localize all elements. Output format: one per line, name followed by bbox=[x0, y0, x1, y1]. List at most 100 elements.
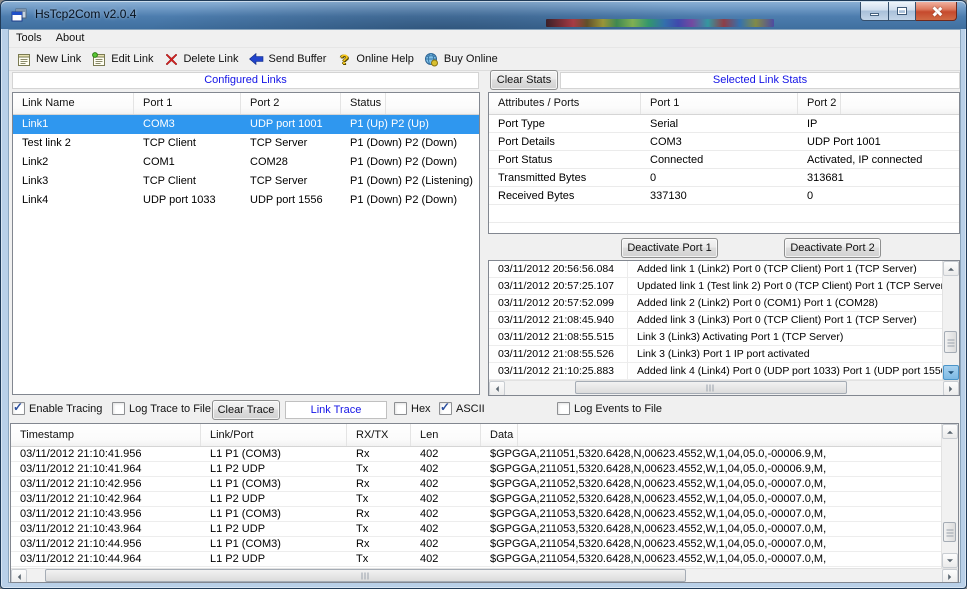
scroll-track[interactable] bbox=[505, 381, 943, 396]
table-row[interactable]: 03/11/2012 21:10:44.956L1 P1 (COM3)Rx402… bbox=[11, 537, 941, 552]
column-header[interactable]: Data bbox=[481, 424, 518, 446]
scroll-track[interactable] bbox=[27, 569, 942, 583]
clear-trace-button[interactable]: Clear Trace bbox=[212, 400, 280, 420]
table-cell: $GPGGA,211051,5320.6428,N,00623.4552,W,1… bbox=[481, 447, 941, 462]
close-button[interactable] bbox=[916, 2, 957, 21]
delete-link-button[interactable]: Delete Link bbox=[159, 49, 244, 69]
scroll-left-button[interactable] bbox=[489, 381, 505, 396]
scroll-thumb[interactable] bbox=[944, 331, 957, 353]
column-header[interactable]: Timestamp bbox=[11, 424, 201, 446]
table-row[interactable]: 03/11/2012 20:56:56.084Added link 1 (Lin… bbox=[489, 261, 942, 278]
scroll-up-button[interactable] bbox=[943, 261, 959, 276]
table-row[interactable]: 03/11/2012 21:10:41.956L1 P1 (COM3)Rx402… bbox=[11, 447, 941, 462]
checkbox-box[interactable] bbox=[557, 402, 570, 415]
table-row[interactable]: Link1COM3UDP port 1001P1 (Up) P2 (Up) bbox=[13, 115, 479, 134]
checkbox-box[interactable] bbox=[439, 402, 452, 415]
ascii-checkbox[interactable]: ASCII bbox=[439, 402, 485, 415]
hex-checkbox[interactable]: Hex bbox=[394, 402, 431, 415]
log-events-to-file-checkbox[interactable]: Log Events to File bbox=[557, 402, 662, 415]
checkbox-box[interactable] bbox=[394, 402, 407, 415]
column-header[interactable]: Port 2 bbox=[798, 93, 841, 114]
scroll-up-button[interactable] bbox=[942, 424, 958, 439]
table-row[interactable]: 03/11/2012 21:10:44.964L1 P2 UDPTx402$GP… bbox=[11, 552, 941, 567]
scroll-thumb[interactable] bbox=[575, 381, 847, 394]
table-cell: TCP Client bbox=[134, 172, 241, 191]
table-cell: COM3 bbox=[641, 133, 798, 151]
event-log-horizontal-scrollbar[interactable] bbox=[489, 380, 959, 396]
column-header[interactable]: RX/TX bbox=[347, 424, 411, 446]
link-stats-header: Attributes / PortsPort 1Port 2 bbox=[489, 93, 959, 115]
table-cell: Link1 bbox=[13, 115, 134, 134]
deactivate-port2-button[interactable]: Deactivate Port 2 bbox=[784, 238, 881, 258]
toolbar-separator bbox=[9, 70, 960, 71]
event-log-vertical-scrollbar[interactable] bbox=[942, 261, 959, 380]
scroll-down-button[interactable] bbox=[942, 553, 958, 568]
send-buffer-button[interactable]: Send Buffer bbox=[245, 49, 333, 69]
new-link-button[interactable]: New Link bbox=[12, 49, 87, 69]
table-row[interactable]: Port StatusConnectedActivated, IP connec… bbox=[489, 151, 959, 169]
table-cell: 03/11/2012 21:10:44.956 bbox=[11, 537, 201, 552]
edit-link-button[interactable]: Edit Link bbox=[87, 49, 159, 69]
scroll-down-button[interactable] bbox=[943, 365, 959, 380]
deactivate-port1-button[interactable]: Deactivate Port 1 bbox=[621, 238, 718, 258]
table-cell: Rx bbox=[347, 447, 411, 462]
column-header[interactable]: Status bbox=[341, 93, 386, 114]
maximize-button[interactable] bbox=[889, 2, 916, 21]
clear-stats-button[interactable]: Clear Stats bbox=[490, 70, 558, 90]
log-trace-to-file-checkbox[interactable]: Log Trace to File bbox=[112, 402, 211, 415]
table-row[interactable]: Port TypeSerialIP bbox=[489, 115, 959, 133]
table-row[interactable]: Received Bytes3371300 bbox=[489, 187, 959, 205]
header-row[interactable]: TimestampLink/PortRX/TXLenData bbox=[11, 424, 518, 446]
column-header[interactable]: Link Name bbox=[13, 93, 134, 114]
table-row[interactable]: 03/11/2012 21:08:55.526Link 3 (Link3) Po… bbox=[489, 346, 942, 363]
column-header[interactable]: Link/Port bbox=[201, 424, 347, 446]
scroll-right-button[interactable] bbox=[943, 381, 959, 396]
table-row[interactable]: Link2COM1COM28P1 (Down) P2 (Down) bbox=[13, 153, 479, 172]
column-header[interactable]: Len bbox=[411, 424, 481, 446]
table-row[interactable]: Transmitted Bytes0313681 bbox=[489, 169, 959, 187]
column-header[interactable]: Attributes / Ports bbox=[489, 93, 641, 114]
table-row[interactable]: 03/11/2012 21:10:41.964L1 P2 UDPTx402$GP… bbox=[11, 462, 941, 477]
table-row[interactable]: Port DetailsCOM3UDP Port 1001 bbox=[489, 133, 959, 151]
minimize-button[interactable] bbox=[860, 2, 889, 21]
buy-online-button[interactable]: Buy Online bbox=[420, 49, 504, 69]
table-row[interactable]: 03/11/2012 21:10:42.956L1 P1 (COM3)Rx402… bbox=[11, 477, 941, 492]
table-row[interactable]: 03/11/2012 20:57:52.099Added link 2 (Lin… bbox=[489, 295, 942, 312]
column-header[interactable]: Port 1 bbox=[134, 93, 241, 114]
trace-horizontal-scrollbar[interactable] bbox=[11, 568, 958, 583]
scroll-track[interactable] bbox=[943, 276, 959, 365]
column-header[interactable]: Port 2 bbox=[241, 93, 341, 114]
menu-tools[interactable]: Tools bbox=[9, 30, 49, 47]
scroll-track[interactable] bbox=[942, 439, 958, 553]
titlebar[interactable]: HsTcp2Com v2.0.4 bbox=[1, 1, 966, 29]
table-row[interactable]: 03/11/2012 21:10:43.964L1 P2 UDPTx402$GP… bbox=[11, 522, 941, 537]
table-cell: COM3 bbox=[134, 115, 241, 134]
table-row[interactable]: 03/11/2012 21:10:42.964L1 P2 UDPTx402$GP… bbox=[11, 492, 941, 507]
scroll-thumb[interactable] bbox=[45, 569, 686, 582]
trace-vertical-scrollbar[interactable] bbox=[941, 424, 958, 568]
enable-tracing-checkbox[interactable]: Enable Tracing bbox=[12, 402, 102, 415]
table-cell: TCP Server bbox=[241, 134, 341, 153]
table-row[interactable]: 03/11/2012 21:08:55.515Link 3 (Link3) Ac… bbox=[489, 329, 942, 346]
header-row[interactable]: Link NamePort 1Port 2Status bbox=[13, 93, 386, 114]
table-row[interactable]: 03/11/2012 21:10:43.956L1 P1 (COM3)Rx402… bbox=[11, 507, 941, 522]
scroll-right-button[interactable] bbox=[942, 569, 958, 583]
scroll-thumb[interactable] bbox=[943, 522, 956, 542]
table-row[interactable]: 03/11/2012 21:10:25.883Added link 4 (Lin… bbox=[489, 363, 942, 380]
online-help-button[interactable]: Online Help bbox=[332, 49, 419, 69]
table-row[interactable]: Link4UDP port 1033UDP port 1556P1 (Down)… bbox=[13, 191, 479, 210]
table-row[interactable]: 03/11/2012 20:57:25.107Updated link 1 (T… bbox=[489, 278, 942, 295]
table-cell: UDP port 1033 bbox=[134, 191, 241, 210]
table-row[interactable]: 03/11/2012 21:08:45.940Added link 3 (Lin… bbox=[489, 312, 942, 329]
table-cell: Transmitted Bytes bbox=[489, 169, 641, 187]
checkbox-box[interactable] bbox=[112, 402, 125, 415]
header-row[interactable]: Attributes / PortsPort 1Port 2 bbox=[489, 93, 841, 114]
column-header[interactable]: Port 1 bbox=[641, 93, 798, 114]
table-row[interactable]: Link3TCP ClientTCP ServerP1 (Down) P2 (L… bbox=[13, 172, 479, 191]
checkbox-box[interactable] bbox=[12, 402, 25, 415]
checkbox-label: Hex bbox=[411, 403, 431, 415]
table-row[interactable]: Test link 2TCP ClientTCP ServerP1 (Down)… bbox=[13, 134, 479, 153]
scroll-left-button[interactable] bbox=[11, 569, 27, 583]
table-cell: $GPGGA,211054,5320.6428,N,00623.4552,W,1… bbox=[481, 552, 941, 567]
menu-about[interactable]: About bbox=[49, 30, 92, 47]
